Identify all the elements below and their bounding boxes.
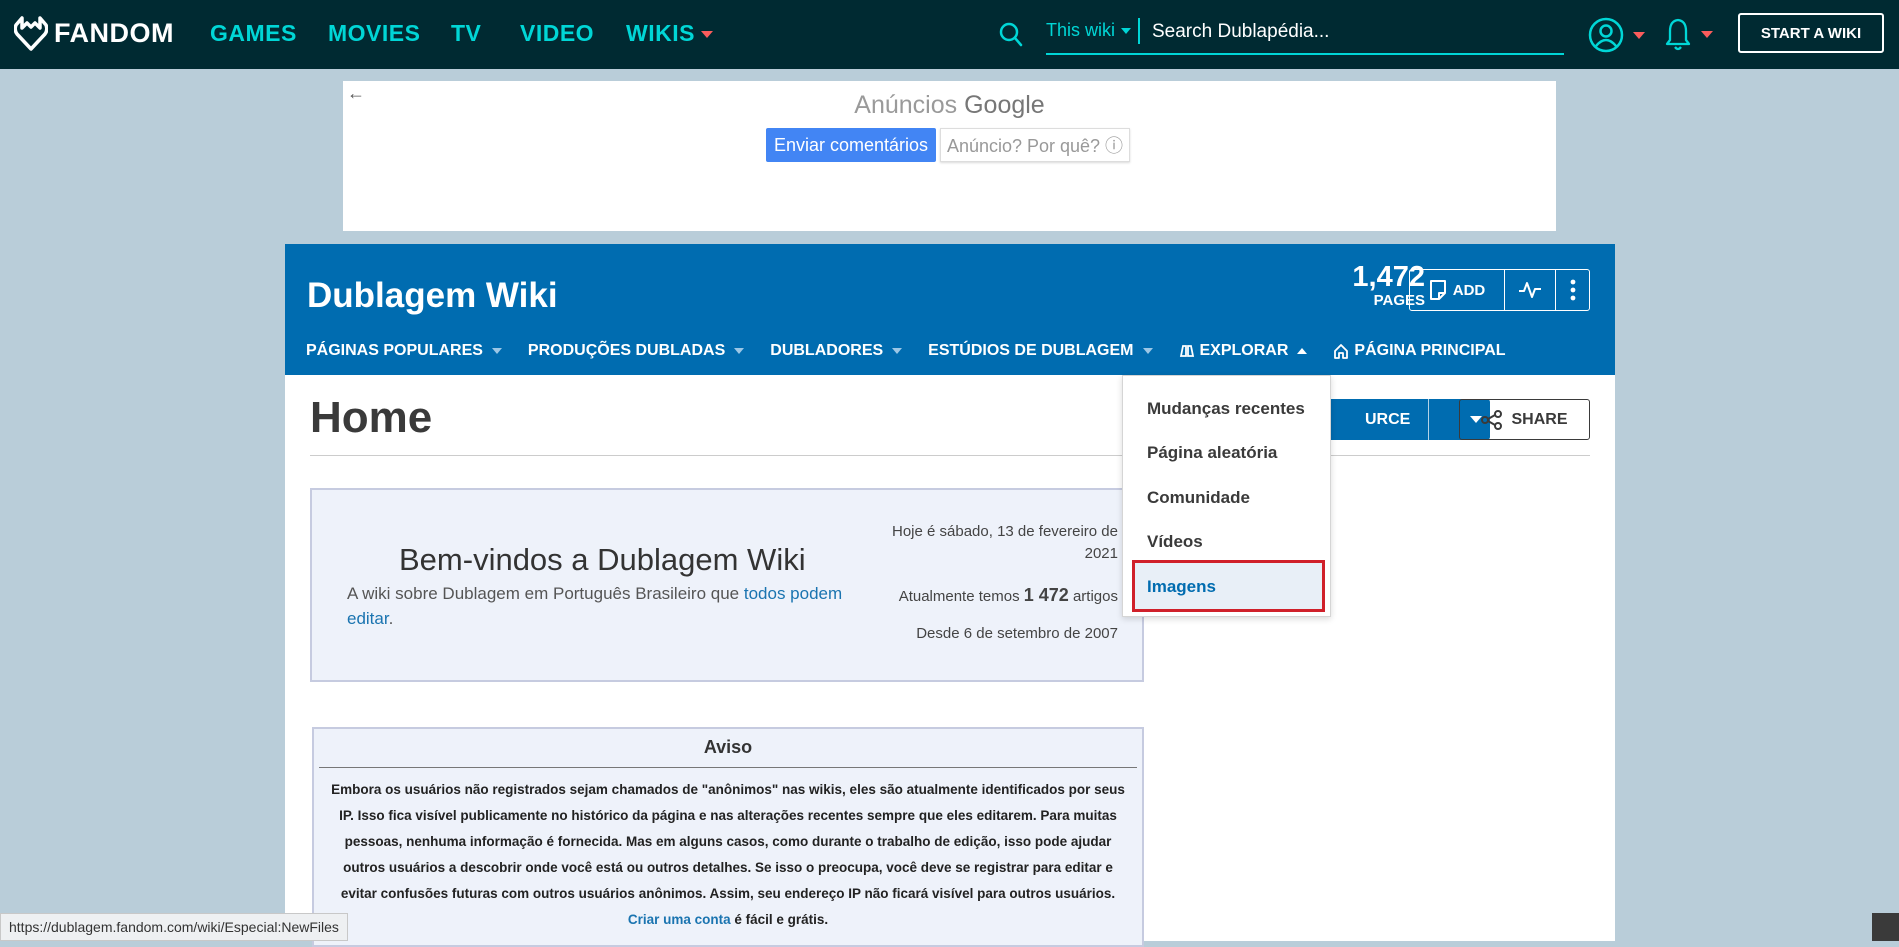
chevron-down-icon [1633, 31, 1645, 39]
explore-binoculars-icon [1179, 345, 1194, 357]
article-count-prefix: Atualmente temos [898, 588, 1024, 605]
menu-item-recent-changes[interactable]: Mudanças recentes [1147, 399, 1305, 419]
more-vertical-icon [1570, 279, 1575, 301]
nav-paginas-populares[interactable]: PÁGINAS POPULARES [306, 342, 502, 360]
notice-body: Embora os usuários não registrados sejam… [328, 777, 1128, 933]
chevron-down-icon [491, 348, 502, 354]
menu-item-videos[interactable]: Vídeos [1147, 532, 1203, 552]
chevron-down-icon [734, 348, 745, 354]
search-icon[interactable] [998, 20, 1024, 48]
welcome-title: Bem-vindos a Dublagem Wiki [399, 542, 806, 577]
notice-text: Embora os usuários não registrados sejam… [331, 782, 1125, 901]
nav-label: PRODUÇÕES DUBLADAS [527, 342, 726, 359]
bell-icon [1665, 18, 1691, 51]
article-count: Atualmente temos 1 472 artigos [899, 585, 1118, 606]
chevron-up-icon [1297, 348, 1308, 354]
article-count-suffix: artigos [1068, 588, 1118, 605]
nav-label: ESTÚDIOS DE DUBLAGEM [928, 342, 1134, 359]
notifications-menu[interactable] [1665, 16, 1713, 52]
nav-estudios-de-dublagem[interactable]: ESTÚDIOS DE DUBLAGEM [928, 342, 1153, 360]
notice-suffix: é fácil e grátis. [730, 912, 829, 927]
ad-container: ← Anúncios Google Enviar comentários Anú… [343, 81, 1556, 231]
global-navigation: FANDOM GAMES MOVIES TV VIDEO WIKIS This … [0, 0, 1899, 69]
current-date: Hoje é sábado, 13 de fevereiro de 2021 [892, 523, 1118, 562]
send-feedback-button[interactable]: Enviar comentários [766, 128, 936, 162]
share-icon [1481, 409, 1503, 430]
article-count-value: 1 472 [1023, 585, 1069, 605]
chevron-down-icon [700, 31, 713, 39]
wiki-header: Dublagem Wiki 1,472 PAGES ADD PÁGINAS PO… [285, 244, 1615, 375]
page-add-icon [1429, 280, 1446, 300]
why-this-ad-button[interactable]: Anúncio? Por quê? ⓘ [940, 128, 1130, 162]
search-scope-label: This wiki [1046, 20, 1116, 40]
nav-tv[interactable]: TV [451, 20, 481, 47]
notice-title: Aviso [703, 737, 753, 757]
chevron-down-icon [892, 348, 903, 354]
fandom-heart-icon [14, 16, 48, 51]
wiki-actions: ADD [1409, 269, 1590, 311]
search-underline [1046, 53, 1564, 55]
search-scope-select[interactable]: This wiki [1046, 20, 1132, 41]
activity-pulse-icon [1519, 282, 1541, 298]
user-menu[interactable] [1587, 16, 1645, 54]
menu-item-images[interactable]: Imagens [1132, 560, 1325, 612]
chevron-down-icon [1142, 348, 1153, 354]
wiki-title[interactable]: Dublagem Wiki [307, 276, 558, 316]
nav-label: EXPLORAR [1199, 342, 1289, 359]
welcome-box: Bem-vindos a Dublagem Wiki A wiki sobre … [310, 488, 1144, 682]
nav-video[interactable]: VIDEO [520, 20, 594, 47]
divider [1428, 399, 1429, 440]
nav-label: PÁGINAS POPULARES [306, 342, 483, 359]
explore-dropdown-menu: Mudanças recentes Página aleatória Comun… [1122, 375, 1331, 617]
welcome-subtitle-text: A wiki sobre Dublagem em Português Brasi… [347, 584, 744, 603]
divider [310, 455, 1590, 456]
nav-pagina-principal[interactable]: PÁGINA PRINCIPAL [1333, 342, 1506, 360]
chevron-down-icon [1701, 30, 1713, 38]
divider [319, 767, 1137, 768]
nav-label: PÁGINA PRINCIPAL [1354, 342, 1506, 359]
notice-box: Aviso Embora os usuários não registrados… [312, 727, 1144, 947]
search-divider [1138, 18, 1140, 44]
share-button[interactable]: SHARE [1459, 399, 1590, 440]
nav-producoes-dubladas[interactable]: PRODUÇÕES DUBLADAS [527, 342, 745, 360]
user-avatar-icon [1588, 17, 1624, 53]
nav-games[interactable]: GAMES [210, 20, 297, 47]
page-title: Home [310, 393, 433, 442]
fandom-wordmark: FANDOM [54, 17, 174, 48]
add-label: ADD [1452, 281, 1486, 299]
local-navigation: PÁGINAS POPULARES PRODUÇÕES DUBLADAS DUB… [306, 342, 1532, 360]
home-icon [1334, 344, 1349, 359]
nav-wikis-label: WIKIS [626, 20, 695, 46]
search-input[interactable] [1150, 14, 1564, 50]
ad-title-prefix: Anúncios [854, 91, 958, 119]
ad-title: Anúncios Google [343, 91, 1556, 120]
google-logo: Google [964, 91, 1045, 119]
scroll-corner [1872, 913, 1899, 941]
fandom-logo[interactable]: FANDOM [14, 15, 174, 51]
nav-dubladores[interactable]: DUBLADORES [770, 342, 903, 360]
view-source-label: URCE [1365, 411, 1411, 428]
menu-item-community[interactable]: Comunidade [1147, 488, 1250, 508]
chevron-down-icon [1121, 28, 1132, 35]
menu-item-images-label: Imagens [1147, 577, 1216, 596]
add-button[interactable]: ADD [1410, 270, 1505, 310]
status-bar-url: https://dublagem.fandom.com/wiki/Especia… [0, 913, 348, 941]
founded-date: Desde 6 de setembro de 2007 [916, 625, 1118, 642]
share-label: SHARE [1511, 410, 1568, 428]
start-a-wiki-button[interactable]: START A WIKI [1738, 13, 1884, 53]
nav-label: DUBLADORES [770, 342, 884, 359]
create-account-link[interactable]: Criar uma conta [628, 912, 731, 927]
page-content: Home URCE SHARE Bem-vindos a Dublagem Wi… [285, 375, 1615, 947]
more-options-button[interactable] [1556, 270, 1589, 310]
welcome-subtitle: A wiki sobre Dublagem em Português Brasi… [347, 581, 867, 631]
nav-explorar[interactable]: EXPLORAR [1179, 342, 1308, 360]
nav-movies[interactable]: MOVIES [328, 20, 420, 47]
nav-wikis[interactable]: WIKIS [626, 20, 713, 47]
welcome-subtitle-suffix: . [388, 609, 394, 628]
activity-button[interactable] [1505, 270, 1556, 310]
menu-item-random-page[interactable]: Página aleatória [1147, 443, 1277, 463]
